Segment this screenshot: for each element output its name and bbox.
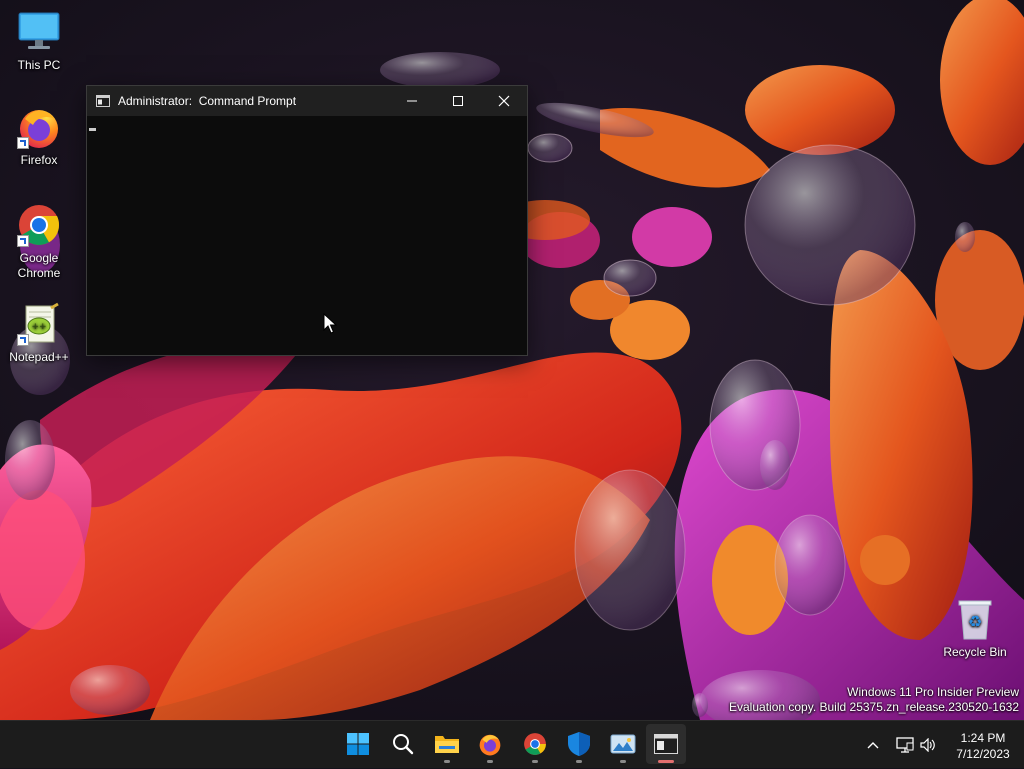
taskbar-firefox[interactable]	[470, 724, 510, 764]
desktop-icon-label: Recycle Bin	[943, 645, 1007, 659]
desktop-icon-recycle-bin[interactable]: ♻ Recycle Bin	[940, 597, 1010, 660]
shortcut-arrow-icon	[17, 235, 29, 247]
taskbar-photos[interactable]	[603, 724, 643, 764]
clock-time: 1:24 PM	[960, 731, 1006, 745]
running-indicator	[576, 760, 582, 763]
desktop-icon-google-chrome[interactable]: Google Chrome	[4, 203, 74, 281]
running-indicator	[620, 760, 626, 763]
taskbar-search-button[interactable]	[383, 724, 423, 764]
minimize-button[interactable]	[389, 86, 435, 116]
shortcut-arrow-icon	[17, 334, 29, 346]
running-indicator	[532, 760, 538, 763]
start-button[interactable]	[338, 724, 378, 764]
desktop-icon-firefox[interactable]: Firefox	[4, 105, 74, 168]
active-window-indicator	[658, 760, 674, 763]
svg-text:++: ++	[31, 322, 46, 332]
maximize-button[interactable]	[435, 86, 481, 116]
taskbar-command-prompt[interactable]	[646, 724, 686, 764]
mouse-pointer-icon	[323, 312, 338, 340]
windows-logo-icon	[347, 733, 369, 755]
desktop-icon-notepad-plus-plus[interactable]: ++ Notepad++	[4, 302, 74, 365]
desktop-icon-label: This PC	[17, 58, 61, 72]
window-title: Administrator: Command Prompt	[118, 94, 297, 108]
desktop-icon-this-pc[interactable]: This PC	[4, 10, 74, 73]
network-icon	[896, 737, 914, 753]
cmd-icon	[654, 734, 678, 754]
volume-icon	[920, 738, 935, 752]
watermark-edition: Windows 11 Pro Insider Preview	[847, 685, 1019, 699]
cmd-icon	[96, 95, 110, 107]
folder-icon	[435, 736, 459, 753]
recycle-bin-icon: ♻	[953, 597, 997, 641]
search-icon	[393, 734, 414, 755]
firefox-icon	[479, 734, 501, 756]
clock-date: 7/12/2023	[956, 747, 1010, 761]
command-prompt-window[interactable]: Administrator: Command Prompt	[86, 85, 528, 356]
network-button[interactable]	[893, 721, 917, 769]
desktop-icon-label: Google Chrome	[17, 251, 61, 280]
watermark-build: Evaluation copy. Build 25375.zn_release.…	[729, 700, 1019, 714]
taskbar: 1:24 PM 7/12/2023	[0, 720, 1024, 768]
photos-icon	[610, 734, 636, 754]
text-cursor	[89, 128, 96, 131]
chevron-up-icon	[867, 742, 879, 749]
running-indicator	[487, 760, 493, 763]
console-area[interactable]	[87, 116, 527, 355]
minimize-icon	[407, 100, 417, 102]
taskbar-file-explorer[interactable]	[427, 724, 467, 764]
desktop-icon-label: Firefox	[20, 153, 58, 167]
chrome-icon	[17, 203, 61, 247]
taskbar-clock[interactable]: 1:24 PM 7/12/2023	[946, 730, 1020, 762]
taskbar-google-chrome[interactable]	[515, 724, 555, 764]
notepad-plus-plus-icon: ++	[17, 302, 61, 346]
volume-button[interactable]	[917, 721, 939, 769]
close-icon	[498, 95, 510, 107]
running-indicator	[444, 760, 450, 763]
close-button[interactable]	[481, 86, 527, 116]
svg-text:♻: ♻	[968, 612, 982, 631]
shortcut-arrow-icon	[17, 137, 29, 149]
windows-watermark: Windows 11 Pro Insider Preview Evaluatio…	[729, 685, 1019, 715]
shield-icon	[568, 732, 590, 756]
chrome-icon	[524, 733, 546, 755]
monitor-icon	[17, 10, 61, 54]
window-titlebar[interactable]: Administrator: Command Prompt	[87, 86, 527, 116]
show-hidden-icons-button[interactable]	[862, 721, 884, 769]
taskbar-windows-security[interactable]	[559, 724, 599, 764]
maximize-icon	[453, 96, 463, 106]
desktop-icon-label: Notepad++	[9, 350, 69, 364]
firefox-icon	[17, 105, 61, 149]
